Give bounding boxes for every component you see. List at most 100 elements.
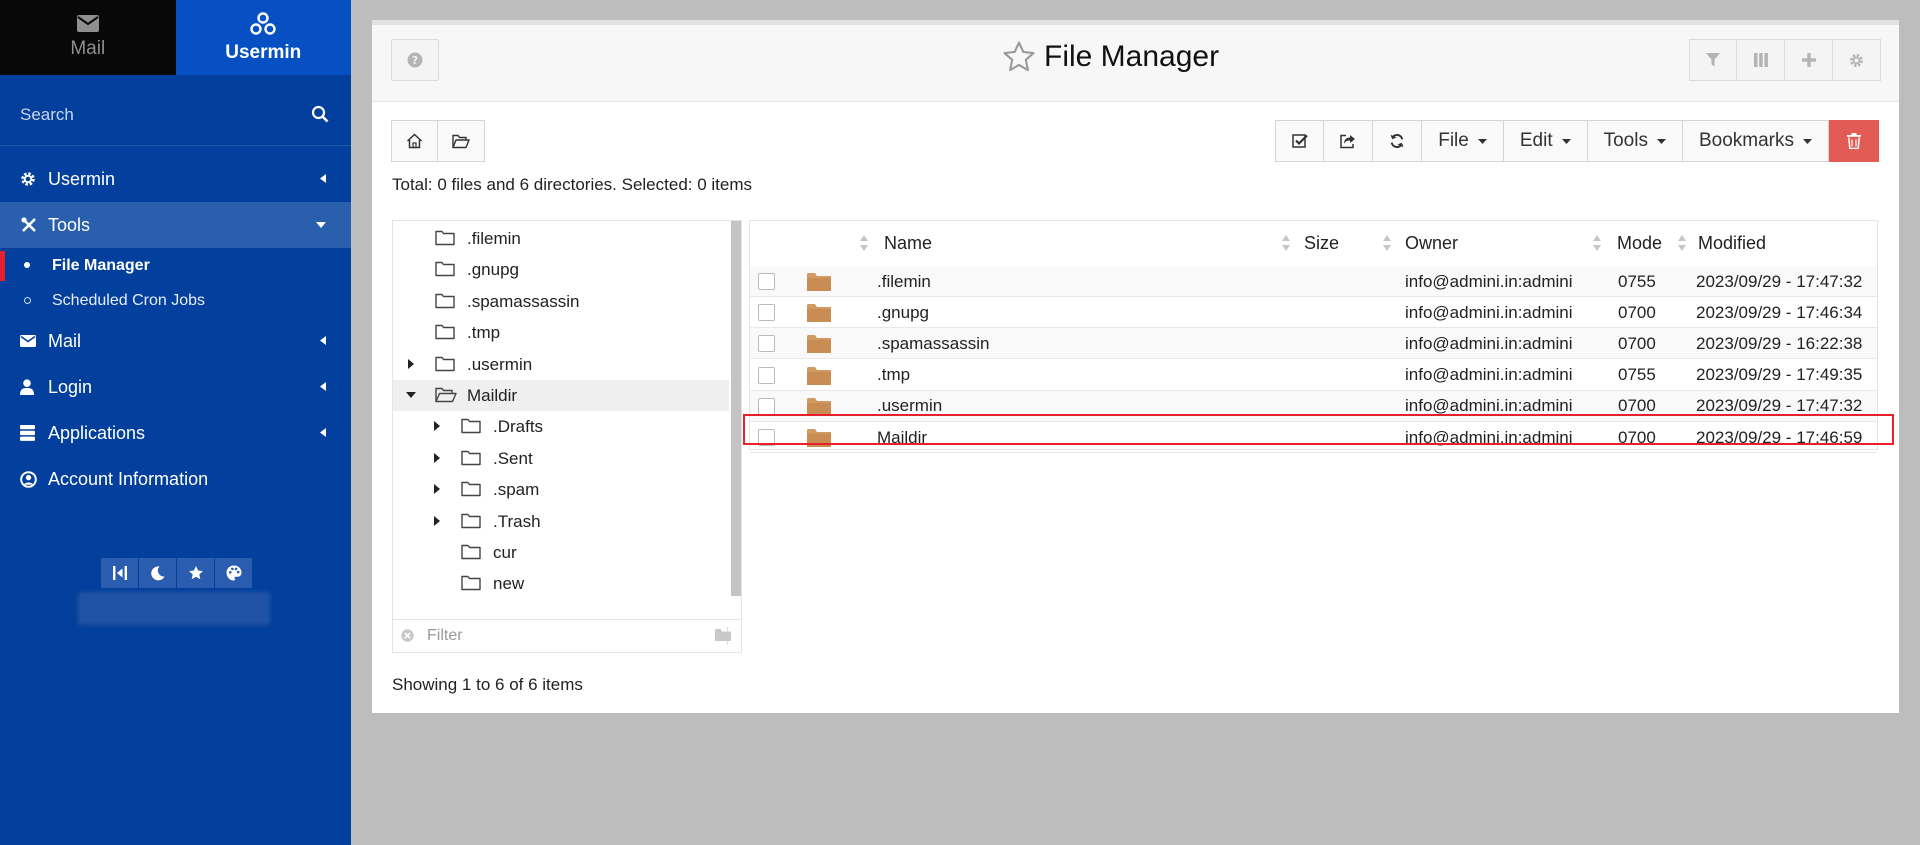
columns-button[interactable] [1737,39,1785,81]
sort-icon[interactable] [860,234,868,252]
tree-node[interactable]: .spamassassin [393,286,729,317]
sort-icon[interactable] [1593,234,1601,252]
folder-icon [807,272,831,292]
tree-node[interactable]: new [393,568,729,599]
tab-usermin[interactable]: Usermin [175,0,351,75]
folder-icon [461,481,481,497]
file-menu-button[interactable]: File [1422,120,1504,162]
row-checkbox[interactable] [758,429,775,446]
add-button[interactable] [1785,39,1833,81]
search-input[interactable] [20,101,300,129]
star-outline-icon[interactable] [1002,40,1036,74]
table-row[interactable]: .usermin info@admini.in:admini 0700 2023/09… [750,390,1877,422]
column-header-name[interactable]: Name [884,221,932,266]
tree-node[interactable]: .Drafts [393,411,729,442]
sidebar-item-mail[interactable]: Mail [0,318,351,364]
help-button[interactable]: ? [391,39,439,81]
file-manager-panel: ? File Manager File Edit Tools Bookmarks… [372,20,1899,713]
bookmarks-menu-button[interactable]: Bookmarks [1682,120,1829,162]
tree-node[interactable]: .filemin [393,223,729,254]
table-row[interactable]: Maildir info@admini.in:admini 0700 2023/09/… [750,422,1877,453]
tree-node-label: .Sent [493,448,533,468]
row-checkbox[interactable] [758,273,775,290]
folder-icon [435,293,455,309]
column-header-size[interactable]: Size [1304,221,1339,266]
table-row[interactable]: .filemin info@admini.in:admini 0755 2023/09… [750,266,1877,297]
tree-node[interactable]: .Trash [393,506,729,537]
caret-down-icon[interactable] [406,390,416,400]
cell-name[interactable]: .tmp [877,360,910,391]
cell-name[interactable]: .spamassassin [877,328,989,359]
caret-right-icon[interactable] [406,358,416,369]
tree-node[interactable]: .Sent [393,443,729,474]
caret-left-icon [320,382,326,391]
caret-right-icon[interactable] [432,515,442,526]
cell-name[interactable]: .filemin [877,266,931,297]
home-button[interactable] [391,120,438,162]
toggle-tree-button[interactable] [438,120,485,162]
tree-node[interactable]: cur [393,537,729,568]
row-checkbox[interactable] [758,366,775,384]
tab-mail[interactable]: Mail [0,0,176,75]
cell-name[interactable]: Maildir [877,422,927,453]
sidebar-subitem-scheduled-cron-jobs[interactable]: Scheduled Cron Jobs [0,283,351,318]
folder-icon [461,418,481,434]
tree-node[interactable]: .gnupg [393,254,729,285]
bookmarks-menu-label: Bookmarks [1698,130,1794,151]
search-icon[interactable] [311,105,329,123]
tree-node[interactable]: .spam [393,474,729,505]
redacted-user-info [78,592,270,625]
favorites-button[interactable] [177,558,214,588]
sidebar-subitem-file-manager[interactable]: File Manager [0,248,351,283]
tree-filter-input[interactable] [427,626,677,646]
delete-button[interactable] [1829,120,1879,162]
collapse-sidebar-button[interactable] [101,558,138,588]
caret-right-icon[interactable] [432,421,442,432]
settings-button[interactable] [1833,39,1881,81]
clear-filter-icon[interactable] [401,629,414,642]
row-checkbox[interactable] [758,335,775,353]
row-checkbox[interactable] [758,397,775,415]
sort-icon[interactable] [1383,234,1391,252]
column-header-mode[interactable]: Mode [1617,221,1662,266]
table-row[interactable]: .spamassassin info@admini.in:admini 0700 20… [750,328,1877,360]
table-row[interactable]: .gnupg info@admini.in:admini 0700 2023/09/2… [750,297,1877,329]
selection-summary: Total: 0 files and 6 directories. Select… [392,175,753,194]
tree-node-label: .tmp [467,323,501,343]
cell-name[interactable]: .usermin [877,391,942,422]
column-header-modified[interactable]: Modified [1698,221,1766,266]
sidebar-item-tools[interactable]: Tools [0,202,351,248]
sort-icon[interactable] [1282,234,1290,252]
tools-menu-button[interactable]: Tools [1587,120,1683,162]
share-icon [1340,133,1356,149]
night-mode-button[interactable] [139,558,176,588]
sort-icon[interactable] [1678,234,1686,252]
select-all-button[interactable] [1275,120,1325,162]
sidebar-item-usermin[interactable]: Usermin [0,156,351,202]
tree-node[interactable]: .tmp [393,317,729,348]
sidebar-item-account-information[interactable]: Account Information [0,456,351,502]
sidebar-item-login[interactable]: Login [0,364,351,410]
folder-icon[interactable] [715,629,731,641]
page-title: File Manager [1002,40,1219,74]
cell-name[interactable]: .gnupg [877,297,929,328]
caret-right-icon[interactable] [432,452,442,463]
share-button[interactable] [1324,120,1374,162]
tree-node[interactable]: Maildir [393,380,729,411]
edit-menu-button[interactable]: Edit [1503,120,1588,162]
sidebar-item-label: Usermin [48,168,116,189]
row-checkbox[interactable] [758,304,775,322]
caret-right-icon[interactable] [432,484,442,495]
sidebar-item-applications[interactable]: Applications [0,410,351,456]
tree-scrollbar[interactable] [731,221,741,596]
cell-modified: 2023/09/29 - 17:47:32 [1696,271,1863,291]
refresh-button[interactable] [1373,120,1423,162]
column-header-owner[interactable]: Owner [1405,221,1458,266]
cell-modified: 2023/09/29 - 17:46:34 [1696,302,1863,322]
cell-mode: 0755 [1618,365,1656,385]
table-row[interactable]: .tmp info@admini.in:admini 0755 2023/09/29 … [750,360,1877,391]
tree-node[interactable]: .usermin [393,349,729,380]
theme-button[interactable] [215,558,252,588]
filter-button[interactable] [1689,39,1737,81]
gear-icon [20,171,44,187]
